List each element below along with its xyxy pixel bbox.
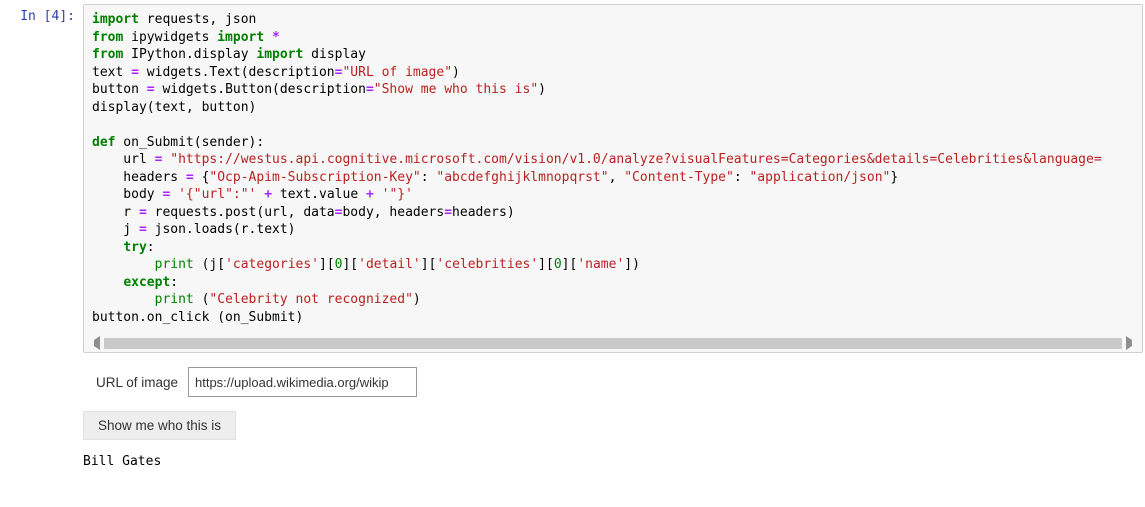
scrollbar-track[interactable]	[104, 338, 1122, 349]
url-input[interactable]	[188, 367, 417, 397]
horizontal-scrollbar[interactable]	[84, 336, 1142, 352]
text-widget-label: URL of image	[83, 375, 188, 390]
scroll-left-icon[interactable]	[88, 336, 100, 350]
prompt-suffix: ]:	[59, 9, 75, 24]
text-widget-row: URL of image	[83, 367, 1133, 397]
code-content[interactable]: import requests, json from ipywidgets im…	[84, 5, 1142, 336]
input-cell: In [4]: import requests, json from ipywi…	[0, 0, 1145, 353]
submit-button[interactable]: Show me who this is	[83, 411, 236, 440]
stdout-text: Bill Gates	[83, 454, 1133, 469]
output-area: URL of image Show me who this is Bill Ga…	[83, 353, 1133, 469]
scroll-right-icon[interactable]	[1126, 336, 1138, 350]
code-scroll-container: import requests, json from ipywidgets im…	[84, 5, 1142, 336]
code-input-area[interactable]: import requests, json from ipywidgets im…	[83, 4, 1143, 353]
prompt-prefix: In [	[20, 9, 51, 24]
input-prompt: In [4]:	[0, 4, 83, 353]
